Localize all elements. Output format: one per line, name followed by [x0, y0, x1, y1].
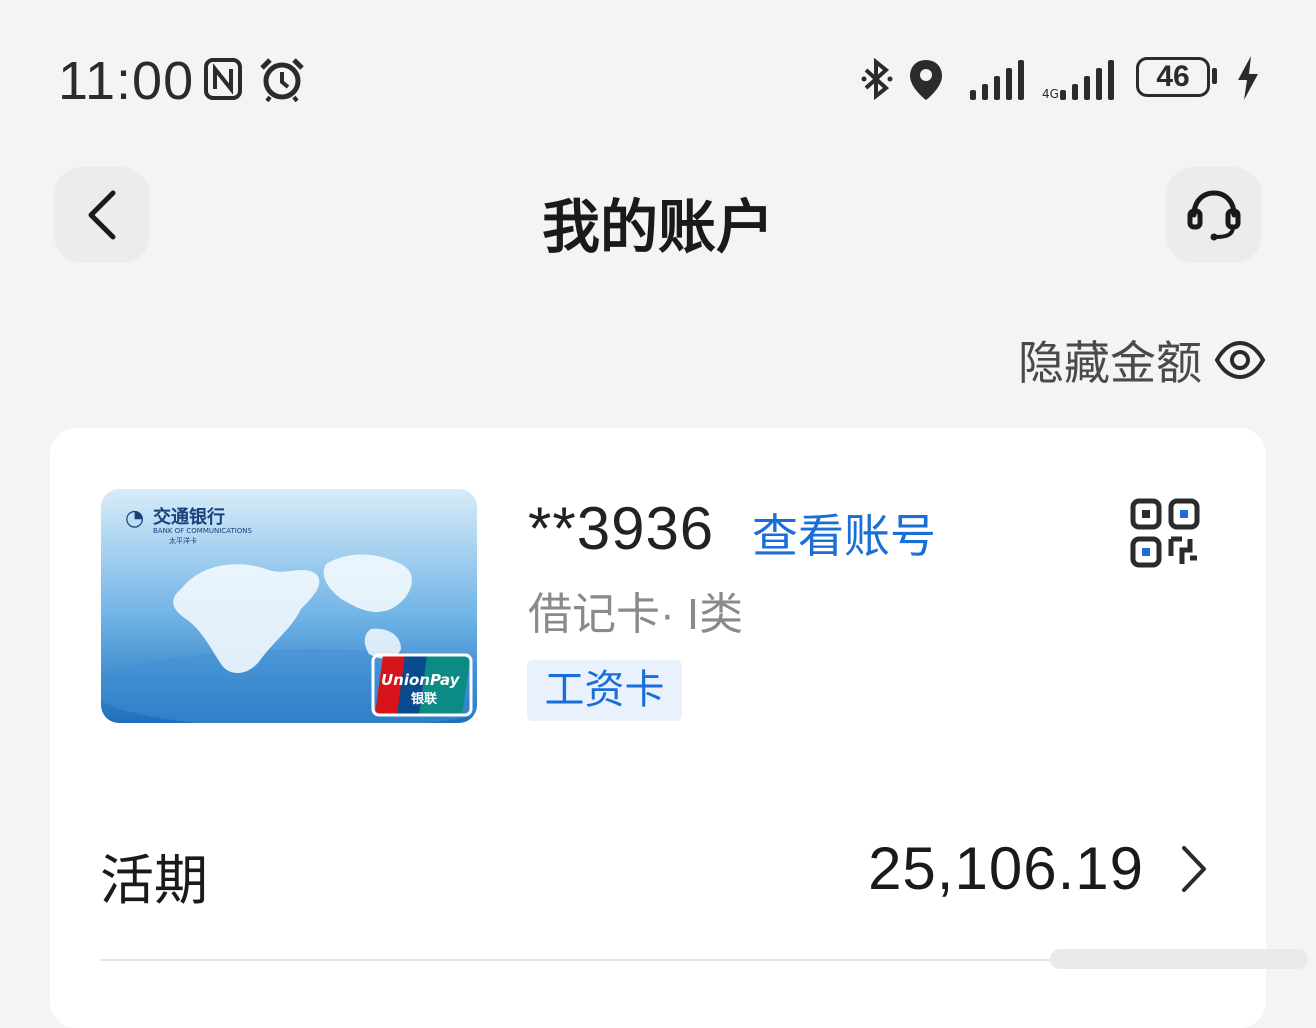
card-type-label: 借记卡· I类 — [528, 590, 744, 639]
unionpay-logo: UnionPay 银联 — [371, 653, 473, 717]
bank-name-text: 交通银行 — [153, 506, 225, 528]
bank-card-image: ◔ 交通银行 BANK OF COMMUNICATIONS 太平洋卡 Union… — [101, 489, 477, 723]
balance-amount: 25,106.19 — [868, 835, 1144, 902]
row-divider — [100, 959, 1216, 961]
svg-text:UnionPay: UnionPay — [381, 671, 461, 689]
home-indicator — [1050, 949, 1308, 969]
qr-code-icon[interactable] — [1130, 498, 1200, 568]
view-account-number-link[interactable]: 查看账号 — [752, 500, 936, 566]
signal-icon — [970, 60, 1024, 100]
account-card[interactable]: ◔ 交通银行 BANK OF COMMUNICATIONS 太平洋卡 Union… — [50, 428, 1266, 1028]
hide-amount-label: 隐藏金额 — [1018, 337, 1202, 389]
location-icon — [910, 60, 942, 100]
customer-service-button[interactable] — [1166, 167, 1262, 263]
status-bar: 11:00 4G 46 — [0, 0, 1316, 150]
chevron-right-icon — [1182, 846, 1206, 892]
balance-label: 活期 — [100, 851, 208, 911]
current-deposit-row[interactable]: 活期 25,106.19 — [50, 808, 1266, 928]
status-time: 11:00 — [58, 51, 195, 111]
headset-icon — [1187, 190, 1241, 241]
svg-text:◔: ◔ — [125, 506, 144, 531]
alarm-icon — [260, 58, 304, 102]
battery-tip — [1212, 68, 1217, 84]
bank-name-en-text: BANK OF COMMUNICATIONS — [153, 527, 253, 535]
hide-amount-toggle[interactable]: 隐藏金额 — [1018, 330, 1266, 390]
page-title: 我的账户 — [541, 195, 774, 260]
battery-indicator: 46 — [1136, 57, 1210, 97]
salary-card-tag: 工资卡 — [527, 660, 682, 721]
charging-icon — [1238, 56, 1258, 100]
signal-icon: 4G — [1042, 60, 1114, 100]
card-series-text: 太平洋卡 — [169, 536, 197, 545]
bluetooth-icon — [861, 58, 893, 100]
svg-text:4G: 4G — [1042, 87, 1059, 100]
eye-icon — [1214, 340, 1266, 380]
nfc-icon — [204, 58, 242, 100]
svg-text:银联: 银联 — [411, 691, 437, 707]
masked-account-number: **3936 — [528, 495, 715, 562]
